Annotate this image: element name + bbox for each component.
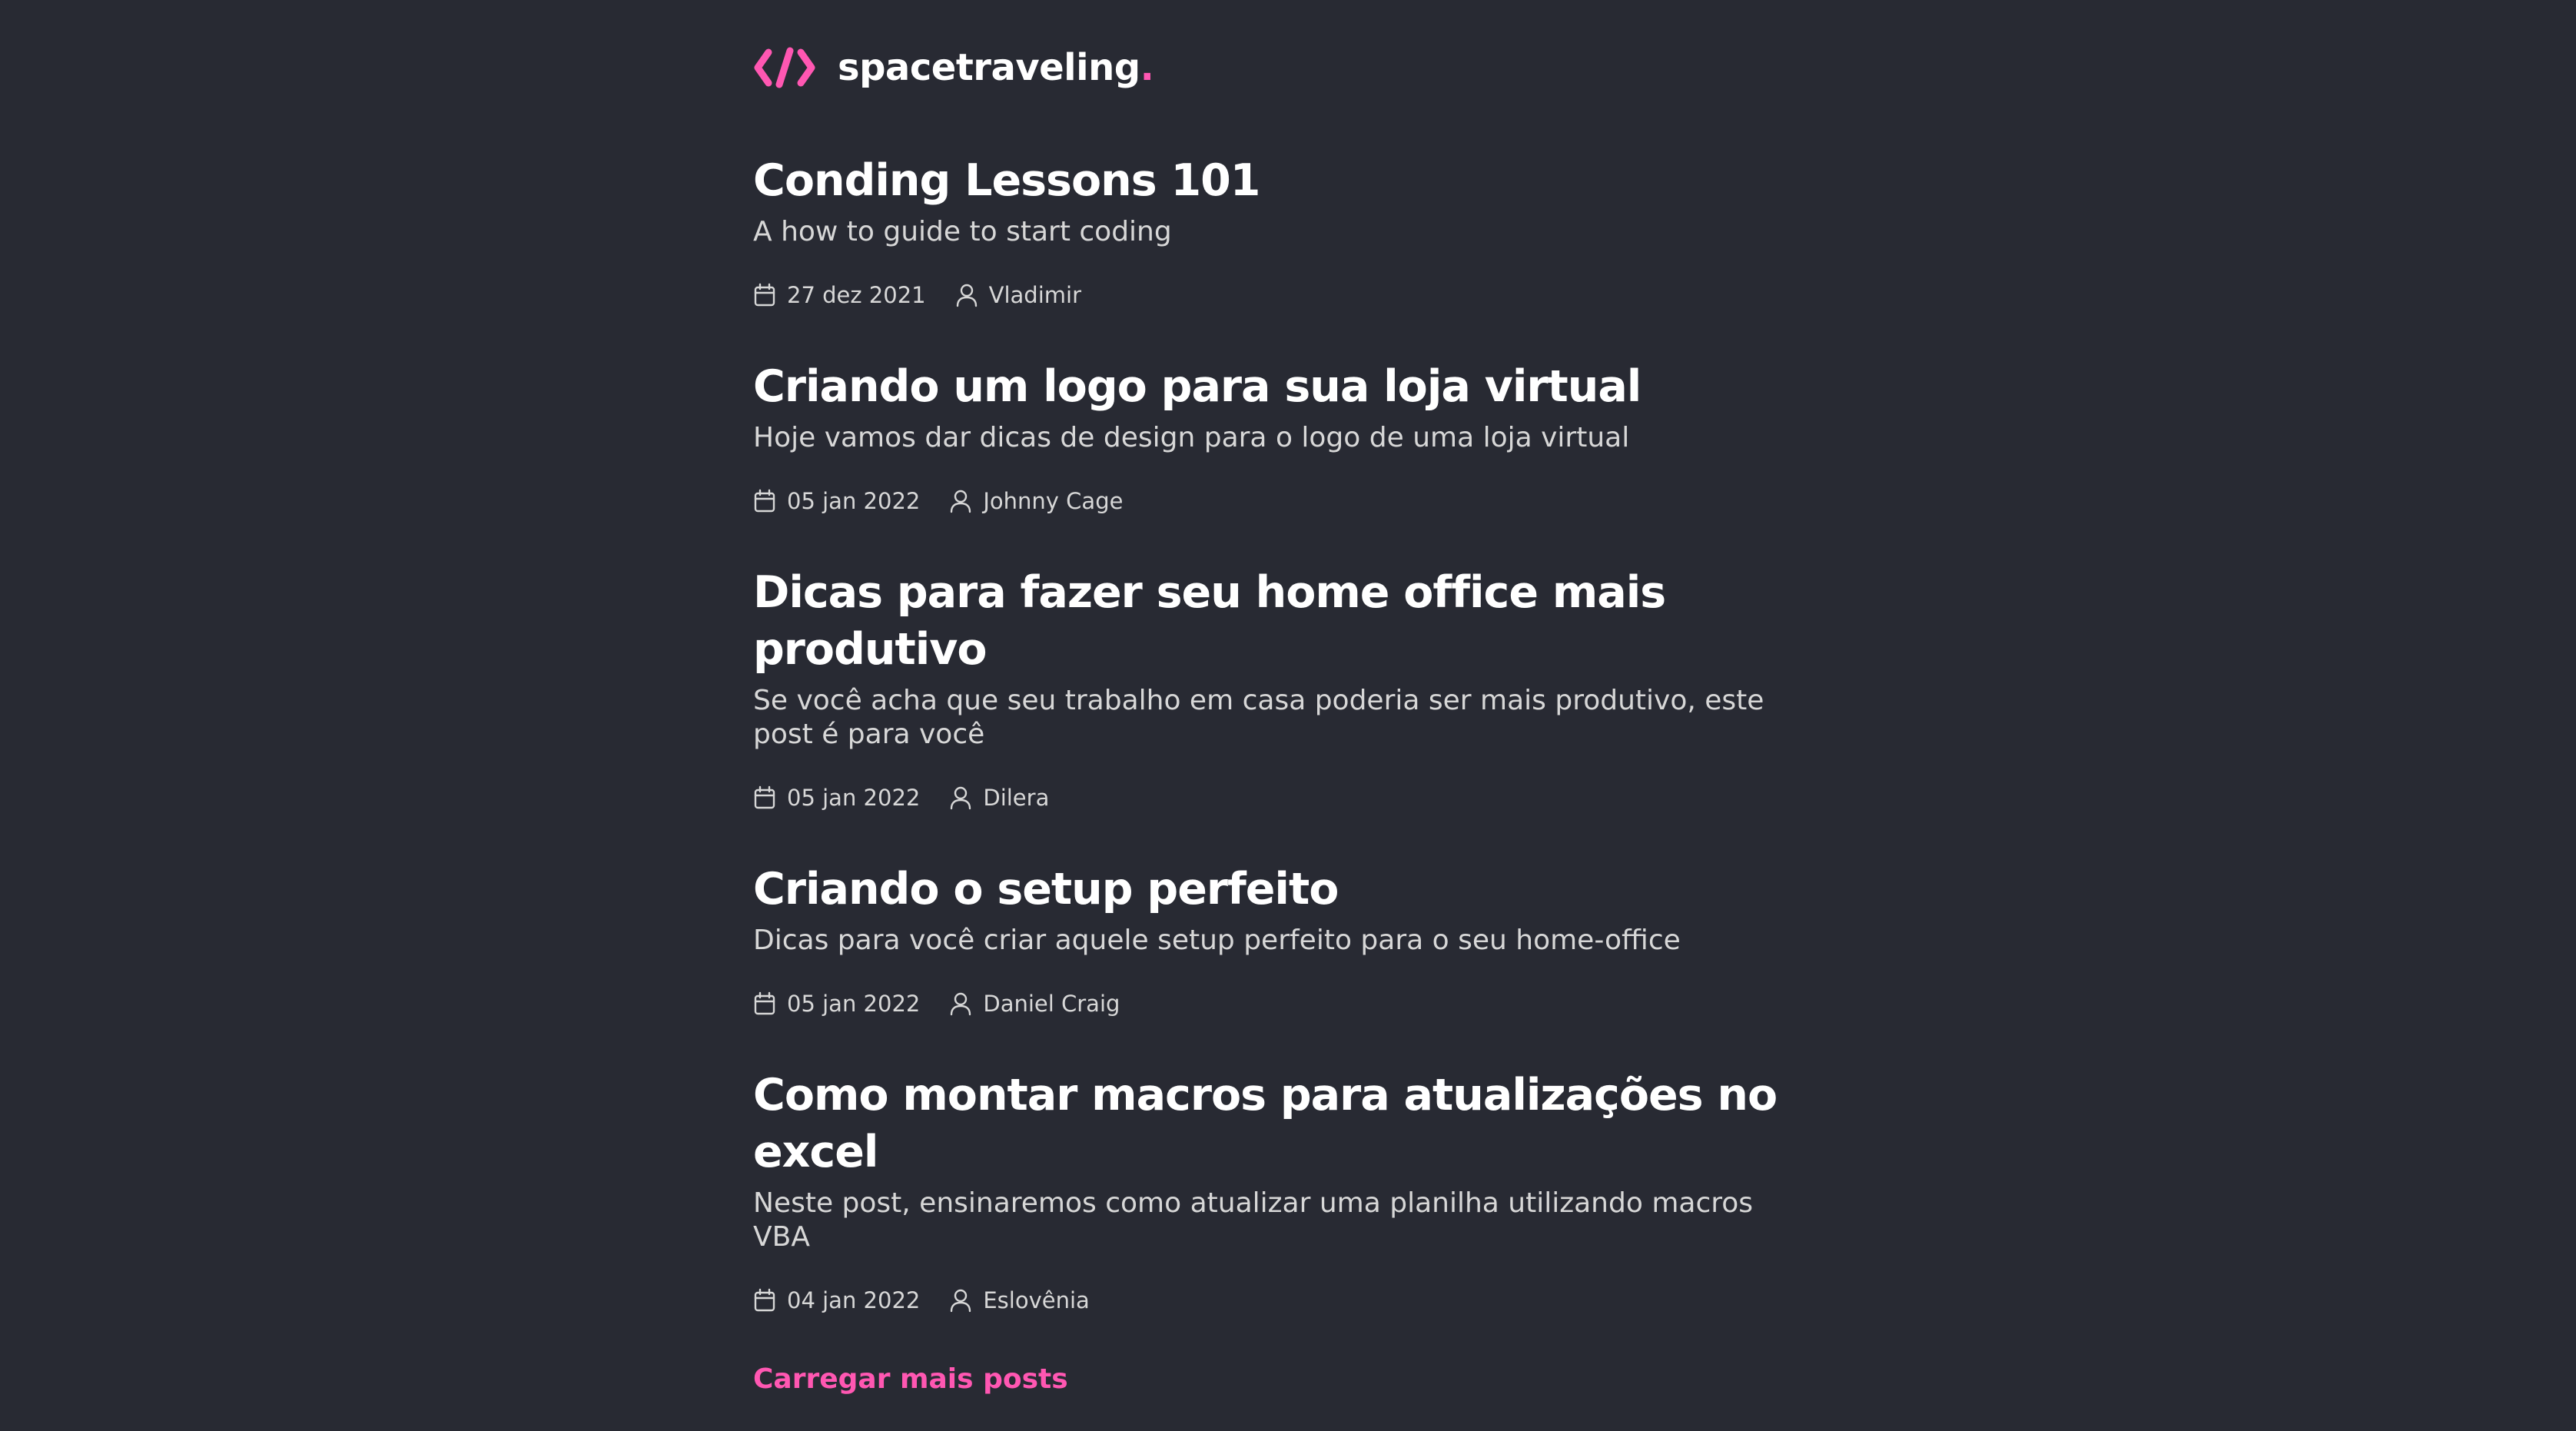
user-icon <box>949 489 972 513</box>
post-author: Johnny Cage <box>949 488 1123 514</box>
post-date-text: 04 jan 2022 <box>787 1287 921 1313</box>
post-title[interactable]: Criando o setup perfeito <box>753 861 1829 918</box>
post-subtitle: Hoje vamos dar dicas de design para o lo… <box>753 422 1630 453</box>
calendar-icon <box>753 1288 776 1313</box>
main-content: spacetraveling. Conding Lessons 101 A ho… <box>753 45 1829 1395</box>
calendar-icon <box>753 283 776 307</box>
post-subtitle: Se você acha que seu trabalho em casa po… <box>753 685 1764 750</box>
post-date-text: 27 dez 2021 <box>787 282 926 308</box>
post-list: Conding Lessons 101 A how to guide to st… <box>753 152 1829 1314</box>
logo-text[interactable]: spacetraveling <box>838 46 1140 89</box>
post-date: 05 jan 2022 <box>753 488 920 514</box>
post-date-text: 05 jan 2022 <box>787 991 921 1017</box>
post-date: 27 dez 2021 <box>753 282 926 308</box>
calendar-icon <box>753 991 776 1016</box>
post-title[interactable]: Conding Lessons 101 <box>753 152 1829 209</box>
post-subtitle: Neste post, ensinaremos como atualizar u… <box>753 1187 1754 1253</box>
post-subtitle: Dicas para você criar aquele setup perfe… <box>753 925 1681 956</box>
logo-dot: . <box>1140 46 1154 89</box>
post-title[interactable]: Dicas para fazer seu home office mais pr… <box>753 564 1829 678</box>
post-date: 05 jan 2022 <box>753 991 920 1017</box>
post-meta: 05 jan 2022 Dilera <box>753 784 1829 812</box>
post-author-text: Daniel Craig <box>983 991 1120 1017</box>
user-icon <box>949 1288 972 1313</box>
post-item[interactable]: Criando um logo para sua loja virtual Ho… <box>753 358 1829 515</box>
post-author-text: Eslovênia <box>983 1287 1090 1313</box>
post-date: 04 jan 2022 <box>753 1287 920 1313</box>
post-date-text: 05 jan 2022 <box>787 488 921 514</box>
user-icon <box>955 283 978 307</box>
code-brackets-icon[interactable] <box>753 45 816 91</box>
post-meta: 05 jan 2022 Johnny Cage <box>753 487 1829 515</box>
post-author: Eslovênia <box>949 1287 1090 1313</box>
post-item[interactable]: Criando o setup perfeito Dicas para você… <box>753 861 1829 1018</box>
post-title[interactable]: Criando um logo para sua loja virtual <box>753 358 1829 415</box>
post-meta: 04 jan 2022 Eslovênia <box>753 1287 1829 1314</box>
post-date: 05 jan 2022 <box>753 785 920 811</box>
post-subtitle: A how to guide to start coding <box>753 216 1172 247</box>
post-meta: 05 jan 2022 Daniel Craig <box>753 990 1829 1018</box>
post-author: Vladimir <box>955 282 1081 308</box>
header: spacetraveling. <box>753 45 1829 91</box>
post-title[interactable]: Como montar macros para atualizações no … <box>753 1067 1829 1180</box>
post-author-text: Dilera <box>983 785 1050 811</box>
calendar-icon <box>753 785 776 810</box>
post-author-text: Johnny Cage <box>983 488 1124 514</box>
post-item[interactable]: Dicas para fazer seu home office mais pr… <box>753 564 1829 812</box>
post-item[interactable]: Conding Lessons 101 A how to guide to st… <box>753 152 1829 309</box>
post-date-text: 05 jan 2022 <box>787 785 921 811</box>
post-author: Dilera <box>949 785 1049 811</box>
post-item[interactable]: Como montar macros para atualizações no … <box>753 1067 1829 1314</box>
user-icon <box>949 785 972 810</box>
user-icon <box>949 991 972 1016</box>
post-meta: 27 dez 2021 Vladimir <box>753 281 1829 309</box>
post-author-text: Vladimir <box>988 282 1081 308</box>
load-more-button[interactable]: Carregar mais posts <box>753 1363 1829 1395</box>
post-author: Daniel Craig <box>949 991 1120 1017</box>
calendar-icon <box>753 489 776 513</box>
